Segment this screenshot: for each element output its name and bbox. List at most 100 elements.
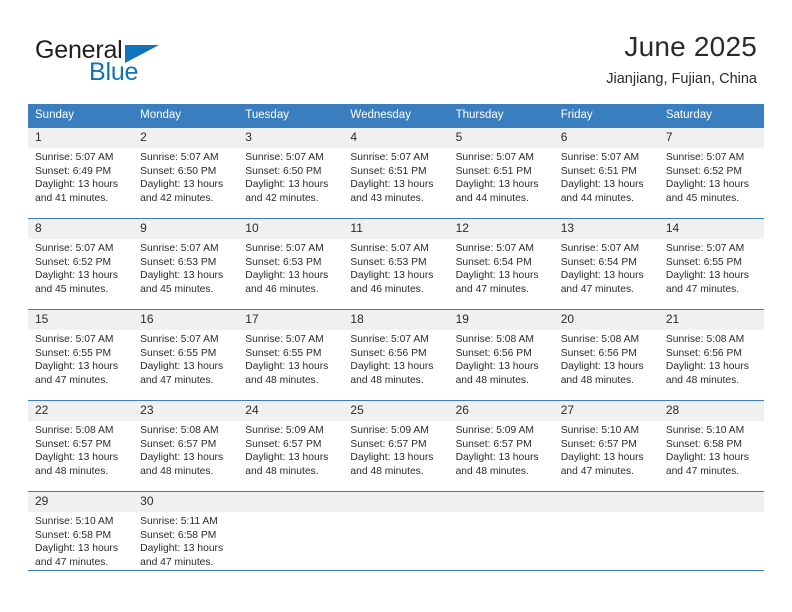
sunset-text: Sunset: 6:57 PM bbox=[350, 438, 427, 450]
daylight-text-line2: and 48 minutes. bbox=[350, 465, 424, 477]
sunset-text: Sunset: 6:51 PM bbox=[560, 165, 637, 177]
day-details: Sunrise: 5:07 AM Sunset: 6:55 PM Daylight:… bbox=[28, 330, 133, 387]
calendar-day-cell[interactable]: 26 Sunrise: 5:09 AM Sunset: 6:57 PM Dayligh… bbox=[448, 400, 554, 492]
calendar-day-cell[interactable]: 10 Sunrise: 5:07 AM Sunset: 6:53 PM Dayligh… bbox=[238, 218, 344, 310]
sunset-text: Sunset: 6:55 PM bbox=[35, 347, 112, 359]
daylight-text-line1: Daylight: 13 hours bbox=[455, 452, 539, 464]
sunrise-text: Sunrise: 5:09 AM bbox=[455, 425, 534, 436]
calendar-day-cell[interactable]: 15 Sunrise: 5:07 AM Sunset: 6:55 PM Dayligh… bbox=[28, 309, 134, 401]
calendar-day-cell-empty bbox=[238, 491, 344, 580]
day-number: 6 bbox=[553, 128, 659, 148]
daylight-text-line1: Daylight: 13 hours bbox=[140, 179, 224, 191]
daylight-text-line2: and 47 minutes. bbox=[665, 465, 740, 477]
calendar-day-cell[interactable]: 12 Sunrise: 5:07 AM Sunset: 6:54 PM Dayligh… bbox=[448, 218, 554, 310]
calendar-day-cell[interactable]: 4 Sunrise: 5:07 AM Sunset: 6:51 PM Daylight… bbox=[343, 127, 449, 219]
calendar-day-cell[interactable]: 8 Sunrise: 5:07 AM Sunset: 6:52 PM Daylight… bbox=[28, 218, 134, 310]
day-details: Sunrise: 5:07 AM Sunset: 6:54 PM Daylight:… bbox=[449, 239, 554, 296]
calendar-day-cell[interactable]: 18 Sunrise: 5:07 AM Sunset: 6:56 PM Dayligh… bbox=[343, 309, 449, 401]
sunrise-text: Sunrise: 5:08 AM bbox=[665, 334, 745, 345]
calendar-day-cell[interactable]: 1 Sunrise: 5:07 AM Sunset: 6:49 PM Daylight… bbox=[28, 127, 134, 219]
day-details: Sunrise: 5:10 AM Sunset: 6:58 PM Daylight:… bbox=[659, 421, 764, 478]
calendar-day-cell[interactable]: 13 Sunrise: 5:07 AM Sunset: 6:54 PM Dayligh… bbox=[553, 218, 659, 310]
calendar-day-cell[interactable]: 20 Sunrise: 5:08 AM Sunset: 6:56 PM Dayligh… bbox=[553, 309, 659, 401]
day-number: 24 bbox=[238, 401, 344, 421]
calendar-day-cell[interactable]: 19 Sunrise: 5:08 AM Sunset: 6:56 PM Dayligh… bbox=[448, 309, 554, 401]
day-details bbox=[238, 512, 343, 515]
day-number: 23 bbox=[133, 401, 239, 421]
sunrise-text: Sunrise: 5:10 AM bbox=[35, 516, 114, 527]
sunrise-text: Sunrise: 5:07 AM bbox=[245, 334, 324, 345]
sunset-text: Sunset: 6:58 PM bbox=[35, 529, 112, 541]
calendar-day-cell[interactable]: 23 Sunrise: 5:08 AM Sunset: 6:57 PM Dayligh… bbox=[133, 400, 239, 492]
sunrise-text: Sunrise: 5:07 AM bbox=[560, 243, 640, 254]
day-number bbox=[343, 492, 449, 512]
calendar-day-cell[interactable]: 11 Sunrise: 5:07 AM Sunset: 6:53 PM Dayligh… bbox=[343, 218, 449, 310]
day-details: Sunrise: 5:08 AM Sunset: 6:56 PM Daylight:… bbox=[659, 330, 764, 387]
day-details: Sunrise: 5:07 AM Sunset: 6:52 PM Daylight:… bbox=[28, 239, 133, 296]
day-details: Sunrise: 5:07 AM Sunset: 6:53 PM Daylight:… bbox=[238, 239, 343, 296]
day-details: Sunrise: 5:07 AM Sunset: 6:53 PM Daylight:… bbox=[343, 239, 448, 296]
calendar-day-cell[interactable]: 7 Sunrise: 5:07 AM Sunset: 6:52 PM Daylight… bbox=[658, 127, 764, 219]
calendar-day-cell[interactable]: 25 Sunrise: 5:09 AM Sunset: 6:57 PM Dayligh… bbox=[343, 400, 449, 492]
daylight-text-line2: and 44 minutes. bbox=[560, 192, 634, 204]
brand-logo[interactable]: General Blue bbox=[35, 36, 235, 92]
calendar-day-cell[interactable]: 28 Sunrise: 5:10 AM Sunset: 6:58 PM Dayligh… bbox=[658, 400, 764, 492]
sunset-text: Sunset: 6:49 PM bbox=[35, 165, 112, 177]
calendar-day-cell[interactable]: 30 Sunrise: 5:11 AM Sunset: 6:58 PM Dayligh… bbox=[133, 491, 239, 580]
day-details: Sunrise: 5:08 AM Sunset: 6:57 PM Daylight:… bbox=[133, 421, 238, 478]
calendar-day-cell[interactable]: 16 Sunrise: 5:07 AM Sunset: 6:55 PM Dayligh… bbox=[133, 309, 239, 401]
calendar-day-cell[interactable]: 14 Sunrise: 5:07 AM Sunset: 6:55 PM Dayligh… bbox=[658, 218, 764, 310]
daylight-text-line2: and 44 minutes. bbox=[455, 192, 529, 204]
day-number bbox=[238, 492, 344, 512]
daylight-text-line1: Daylight: 13 hours bbox=[140, 361, 224, 373]
sunrise-text: Sunrise: 5:07 AM bbox=[245, 243, 324, 254]
daylight-text-line2: and 41 minutes. bbox=[35, 192, 109, 204]
day-details: Sunrise: 5:09 AM Sunset: 6:57 PM Daylight:… bbox=[449, 421, 554, 478]
day-details: Sunrise: 5:07 AM Sunset: 6:51 PM Daylight:… bbox=[554, 148, 659, 205]
daylight-text-line1: Daylight: 13 hours bbox=[455, 361, 539, 373]
daylight-text-line1: Daylight: 13 hours bbox=[665, 270, 749, 282]
sunset-text: Sunset: 6:55 PM bbox=[245, 347, 322, 359]
sunrise-text: Sunrise: 5:10 AM bbox=[560, 425, 640, 436]
calendar-day-cell[interactable]: 22 Sunrise: 5:08 AM Sunset: 6:57 PM Dayligh… bbox=[28, 400, 134, 492]
daylight-text-line2: and 46 minutes. bbox=[245, 283, 319, 295]
sunset-text: Sunset: 6:52 PM bbox=[35, 256, 112, 268]
calendar-day-cell[interactable]: 6 Sunrise: 5:07 AM Sunset: 6:51 PM Daylight… bbox=[553, 127, 659, 219]
sunset-text: Sunset: 6:57 PM bbox=[455, 438, 532, 450]
calendar-day-cell[interactable]: 27 Sunrise: 5:10 AM Sunset: 6:57 PM Dayligh… bbox=[553, 400, 659, 492]
daylight-text-line2: and 42 minutes. bbox=[140, 192, 214, 204]
sunset-text: Sunset: 6:50 PM bbox=[245, 165, 322, 177]
calendar-body: 1 Sunrise: 5:07 AM Sunset: 6:49 PM Daylight… bbox=[28, 127, 764, 580]
day-details: Sunrise: 5:09 AM Sunset: 6:57 PM Daylight:… bbox=[343, 421, 448, 478]
calendar-week-row: 29 Sunrise: 5:10 AM Sunset: 6:58 PM Dayligh… bbox=[28, 491, 764, 580]
sunset-text: Sunset: 6:56 PM bbox=[560, 347, 637, 359]
daylight-text-line2: and 45 minutes. bbox=[665, 192, 740, 204]
day-number: 22 bbox=[28, 401, 134, 421]
calendar-day-cell[interactable]: 24 Sunrise: 5:09 AM Sunset: 6:57 PM Dayligh… bbox=[238, 400, 344, 492]
calendar-day-cell[interactable]: 17 Sunrise: 5:07 AM Sunset: 6:55 PM Dayligh… bbox=[238, 309, 344, 401]
calendar-day-cell[interactable]: 21 Sunrise: 5:08 AM Sunset: 6:56 PM Dayligh… bbox=[658, 309, 764, 401]
day-number: 11 bbox=[343, 219, 449, 239]
calendar-page: General Blue June 2025 Jianjiang, Fujian… bbox=[0, 0, 792, 612]
weekday-header-tuesday: Tuesday bbox=[238, 104, 344, 128]
daylight-text-line2: and 42 minutes. bbox=[245, 192, 319, 204]
calendar-day-cell[interactable]: 5 Sunrise: 5:07 AM Sunset: 6:51 PM Daylight… bbox=[448, 127, 554, 219]
calendar-day-cell[interactable]: 3 Sunrise: 5:07 AM Sunset: 6:50 PM Daylight… bbox=[238, 127, 344, 219]
sunrise-text: Sunrise: 5:07 AM bbox=[665, 152, 745, 163]
daylight-text-line1: Daylight: 13 hours bbox=[665, 361, 749, 373]
sunrise-text: Sunrise: 5:11 AM bbox=[140, 516, 218, 527]
sunset-text: Sunset: 6:56 PM bbox=[350, 347, 427, 359]
daylight-text-line1: Daylight: 13 hours bbox=[140, 270, 224, 282]
weekday-header-wednesday: Wednesday bbox=[343, 104, 449, 128]
sunrise-text: Sunrise: 5:07 AM bbox=[140, 334, 219, 345]
daylight-text-line1: Daylight: 13 hours bbox=[35, 270, 118, 282]
calendar-day-cell[interactable]: 9 Sunrise: 5:07 AM Sunset: 6:53 PM Daylight… bbox=[133, 218, 239, 310]
daylight-text-line1: Daylight: 13 hours bbox=[35, 452, 118, 464]
daylight-text-line2: and 47 minutes. bbox=[665, 283, 740, 295]
calendar-day-cell[interactable]: 29 Sunrise: 5:10 AM Sunset: 6:58 PM Dayligh… bbox=[28, 491, 134, 580]
calendar-day-cell[interactable]: 2 Sunrise: 5:07 AM Sunset: 6:50 PM Daylight… bbox=[133, 127, 239, 219]
daylight-text-line2: and 47 minutes. bbox=[140, 374, 214, 386]
page-header: General Blue June 2025 Jianjiang, Fujian… bbox=[0, 0, 792, 104]
daylight-text-line1: Daylight: 13 hours bbox=[350, 361, 434, 373]
day-details bbox=[554, 512, 659, 515]
